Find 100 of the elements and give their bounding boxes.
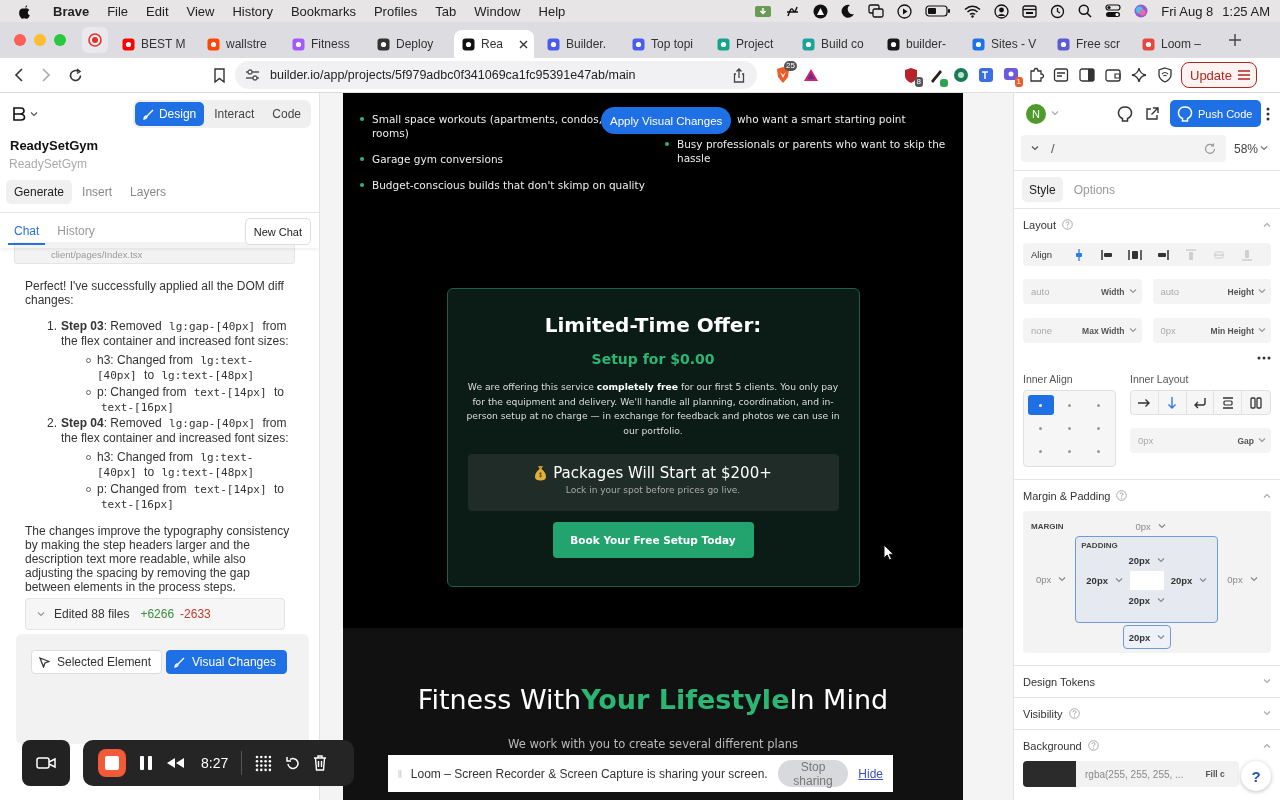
mode-tab[interactable]: Interact	[206, 102, 263, 126]
browser-tab[interactable]: Deploy	[369, 30, 449, 58]
globe-icon[interactable]	[953, 66, 969, 84]
edited-files-row[interactable]: Edited 88 files +6266 -2633	[25, 598, 285, 630]
context-toggle[interactable]: Selected Element	[31, 650, 163, 674]
align-option[interactable]	[1128, 247, 1143, 262]
align-option[interactable]	[1156, 247, 1171, 262]
lion-shield-icon[interactable]	[775, 66, 791, 84]
apple-icon[interactable]	[18, 3, 31, 19]
background-field[interactable]: rgba(255, 255, 255, ... Fill c	[1023, 761, 1239, 787]
section-header[interactable]: Layout	[1023, 209, 1271, 240]
close-icon[interactable]	[519, 39, 528, 49]
shield-icon[interactable]	[903, 66, 919, 84]
pause-icon[interactable]	[139, 755, 153, 771]
circle-logo-icon[interactable]	[813, 3, 829, 19]
menu-item[interactable]: Help	[538, 3, 566, 19]
history-icon[interactable]	[1050, 3, 1066, 19]
more-icon[interactable]	[1266, 106, 1270, 121]
stop-recording-button[interactable]	[98, 749, 126, 777]
section-header[interactable]: Design Tokens	[1023, 666, 1271, 697]
browser-tab[interactable]: Loom –	[1134, 30, 1214, 58]
battery-icon[interactable]	[925, 5, 952, 17]
zoom-select[interactable]: 58%	[1234, 141, 1269, 156]
account-icon[interactable]	[994, 3, 1010, 19]
spacing-dropdown[interactable]: 20px	[1123, 550, 1171, 570]
browser-tab[interactable]: Build co	[794, 30, 874, 58]
sidebar-icon[interactable]	[1079, 68, 1095, 82]
gap-field[interactable]: 0px Gap	[1130, 428, 1271, 453]
bookmark-icon[interactable]	[214, 67, 225, 83]
size-field[interactable]: auto Height	[1152, 279, 1271, 304]
browser-tab[interactable]: wallstre	[199, 30, 279, 58]
browser-tab[interactable]: Top topi	[624, 30, 704, 58]
browser-tab[interactable]: Sites - V	[964, 30, 1044, 58]
external-link-icon[interactable]	[1145, 106, 1159, 121]
panel-tab[interactable]: Style	[1022, 177, 1063, 202]
spacing-dropdown[interactable]: 20px	[1081, 570, 1128, 590]
menu-item[interactable]: Tab	[435, 3, 457, 19]
wallet-icon[interactable]	[1105, 68, 1121, 82]
section-header[interactable]: Margin & Padding	[1023, 480, 1271, 511]
triangle-icon[interactable]	[803, 68, 819, 82]
page-path-field[interactable]: /	[1021, 135, 1226, 162]
back-icon[interactable]	[14, 68, 24, 82]
reader-icon[interactable]	[1053, 66, 1069, 84]
windows-icon[interactable]	[868, 4, 885, 18]
drawing-tool-icon[interactable]	[255, 754, 273, 772]
menu-item[interactable]: Edit	[146, 3, 169, 19]
panel-tab[interactable]: Generate	[6, 180, 73, 204]
panel-tab[interactable]: Layers	[122, 180, 175, 204]
more-icon[interactable]	[1257, 356, 1271, 360]
apply-changes-button[interactable]: Apply Visual Changes	[601, 107, 732, 134]
refresh-icon[interactable]	[1204, 142, 1216, 155]
project-menu[interactable]	[12, 107, 38, 121]
section-header[interactable]: Visibility	[1023, 698, 1271, 729]
translate-icon[interactable]	[978, 66, 994, 84]
sparkle-icon[interactable]	[1131, 67, 1147, 83]
calendar-icon[interactable]	[1022, 4, 1038, 18]
spacing-dropdown[interactable]: 20px	[1122, 625, 1172, 649]
rewind-icon[interactable]	[166, 757, 186, 769]
download-icon[interactable]	[754, 4, 773, 18]
browser-tab[interactable]: builder-	[879, 30, 959, 58]
puzzle-icon[interactable]	[1028, 66, 1044, 84]
pinned-tab[interactable]	[82, 27, 108, 53]
camera-button[interactable]	[22, 740, 70, 786]
menu-item[interactable]: File	[107, 3, 129, 19]
app-menu[interactable]: Brave	[53, 3, 90, 19]
moon-icon[interactable]	[841, 4, 856, 18]
play-icon[interactable]	[897, 3, 913, 19]
trash-icon[interactable]	[313, 755, 328, 771]
siri-icon[interactable]	[1134, 4, 1149, 18]
align-option[interactable]	[1100, 247, 1115, 262]
spacing-dropdown[interactable]: 20px	[1165, 570, 1213, 590]
undo-icon[interactable]	[285, 755, 301, 771]
vpn-icon[interactable]	[1157, 67, 1173, 83]
hide-link[interactable]: Hide	[858, 766, 883, 781]
spacing-dropdown[interactable]: 20px	[1123, 590, 1171, 610]
size-field[interactable]: none Max Width	[1023, 318, 1142, 343]
browser-tab[interactable]: Rea	[454, 30, 534, 58]
control-center-icon[interactable]	[1105, 4, 1122, 18]
menu-item[interactable]: Bookmarks	[290, 3, 356, 19]
size-field[interactable]: auto Width	[1023, 279, 1142, 304]
menu-item[interactable]: History	[232, 3, 273, 19]
push-code-button[interactable]: Push Code	[1170, 100, 1262, 127]
mode-tab[interactable]: Design	[134, 102, 205, 126]
mode-tab[interactable]: Code	[264, 102, 309, 126]
help-button[interactable]: ?	[1241, 761, 1271, 791]
browser-tab[interactable]: Builder.	[539, 30, 619, 58]
section-header[interactable]: Background	[1023, 730, 1271, 761]
size-field[interactable]: 0px Min Height	[1152, 318, 1271, 343]
new-chat-button[interactable]: New Chat	[244, 218, 311, 245]
color-swatch[interactable]	[1023, 761, 1076, 787]
wifi-icon[interactable]	[964, 4, 982, 18]
search-icon[interactable]	[1078, 4, 1093, 18]
browser-tab[interactable]: BEST M	[114, 30, 194, 58]
menu-item[interactable]: View	[186, 3, 215, 19]
address-bar[interactable]: builder.io/app/projects/5f979adbc0f341069ca1fc95391e47ab/main	[235, 61, 757, 89]
browser-tab[interactable]: Free scr	[1049, 30, 1129, 58]
reload-icon[interactable]	[68, 67, 83, 83]
alignment-cell[interactable]	[1028, 395, 1054, 416]
browser-tab[interactable]: Fitness	[284, 30, 364, 58]
panel-tab[interactable]: Insert	[74, 180, 121, 204]
